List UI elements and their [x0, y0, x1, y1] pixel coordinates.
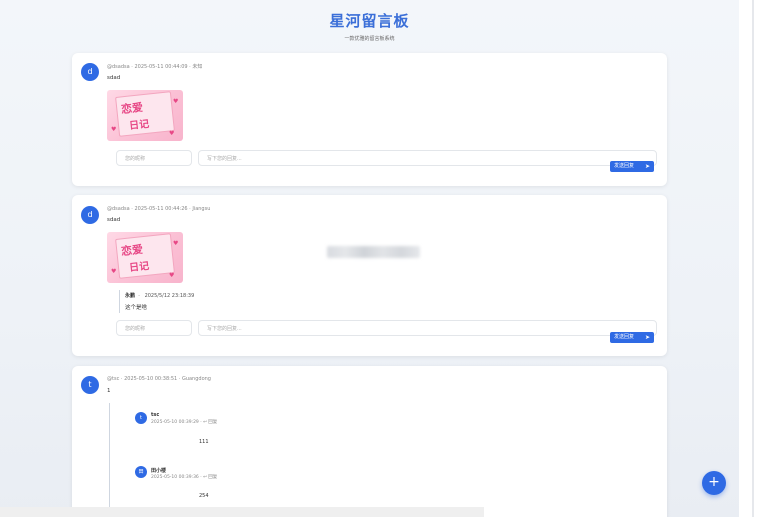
reply-input[interactable]: 写下您的回复...	[198, 320, 657, 336]
heart-icon: ♥	[169, 130, 175, 137]
sticker-text: 恋爱	[120, 242, 144, 259]
nickname-input[interactable]: 您的昵称	[116, 150, 192, 166]
page-subtitle: 一款优雅的留言板系统	[344, 36, 395, 42]
send-icon: ➤	[644, 163, 650, 170]
reply-meta[interactable]: 2025-05-10 00:39:29 · ↩ 回复	[151, 419, 217, 425]
heart-icon: ♥	[173, 98, 179, 105]
reply-meta: 永鹏 · 2025/5/12 23:18:39	[125, 292, 194, 299]
nickname-placeholder: 您的昵称	[125, 326, 146, 332]
heart-icon: ♥	[111, 126, 117, 133]
sticker-image: 恋爱 日记 ♥ ♥ ♥	[107, 232, 183, 283]
reply-placeholder: 写下您的回复...	[207, 326, 242, 332]
message-card: d @dsadsa · 2025-05-11 00:44:09 · 未知 sda…	[72, 53, 667, 186]
reply-author: tsc	[151, 412, 160, 418]
avatar: d	[81, 63, 99, 81]
heart-icon: ♥	[111, 268, 117, 275]
reply-time: 2025/5/12 23:18:39	[144, 293, 195, 299]
reply-meta[interactable]: 2025-05-10 00:39:36 · ↩ 回复	[151, 474, 217, 480]
send-reply-label: 发送回复	[614, 163, 635, 169]
avatar: d	[81, 206, 99, 224]
message-card: t @tsc · 2025-05-10 00:38:51 · Guangdong…	[72, 366, 667, 517]
message-meta: @dsadsa · 2025-05-11 00:44:26 · Jiangsu	[107, 206, 211, 212]
send-reply-label: 发送回复	[614, 334, 635, 340]
message-meta: @tsc · 2025-05-10 00:38:51 · Guangdong	[107, 376, 211, 382]
message-content: sdad	[107, 217, 121, 223]
reply-placeholder: 写下您的回复...	[207, 156, 242, 162]
sticker-text: 恋爱	[120, 100, 144, 117]
horizontal-scrollbar[interactable]	[0, 507, 484, 517]
reply-author: 田小楼	[151, 468, 167, 474]
sticker-text: 日记	[128, 118, 150, 133]
meta-separator: ·	[136, 293, 143, 299]
reply-text: 254	[199, 493, 209, 499]
reply-divider	[119, 290, 120, 313]
message-meta: @dsadsa · 2025-05-11 00:44:09 · 未知	[107, 64, 203, 70]
send-icon: ➤	[644, 334, 650, 341]
sticker-image: 恋爱 日记 ♥ ♥ ♥	[107, 90, 183, 141]
blurred-watermark	[327, 246, 420, 258]
avatar: t	[81, 376, 99, 394]
reply-input[interactable]: 写下您的回复...	[198, 150, 657, 166]
avatar: 田	[135, 466, 147, 478]
thread-line	[109, 403, 110, 513]
nickname-placeholder: 您的昵称	[125, 156, 146, 162]
message-card: d @dsadsa · 2025-05-11 00:44:26 · Jiangs…	[72, 195, 667, 356]
page-title: 星河留言板	[329, 12, 410, 30]
page-background: 星河留言板 一款优雅的留言板系统 d @dsadsa · 2025-05-11 …	[0, 0, 739, 517]
message-content: 1	[107, 388, 111, 394]
heart-icon: ♥	[173, 240, 179, 247]
send-reply-button[interactable]: 发送回复 ➤	[610, 161, 654, 172]
message-content: sdad	[107, 75, 121, 81]
sticker-text: 日记	[128, 260, 150, 275]
send-reply-button[interactable]: 发送回复 ➤	[610, 332, 654, 343]
scrollbar-track[interactable]	[752, 0, 754, 517]
nickname-input[interactable]: 您的昵称	[116, 320, 192, 336]
avatar: t	[135, 412, 147, 424]
reply-text: 111	[199, 439, 209, 445]
reply-author: 永鹏	[125, 293, 136, 299]
reply-text: 这个是啥	[125, 305, 148, 311]
add-message-button[interactable]: +	[702, 471, 726, 495]
heart-icon: ♥	[169, 272, 175, 279]
